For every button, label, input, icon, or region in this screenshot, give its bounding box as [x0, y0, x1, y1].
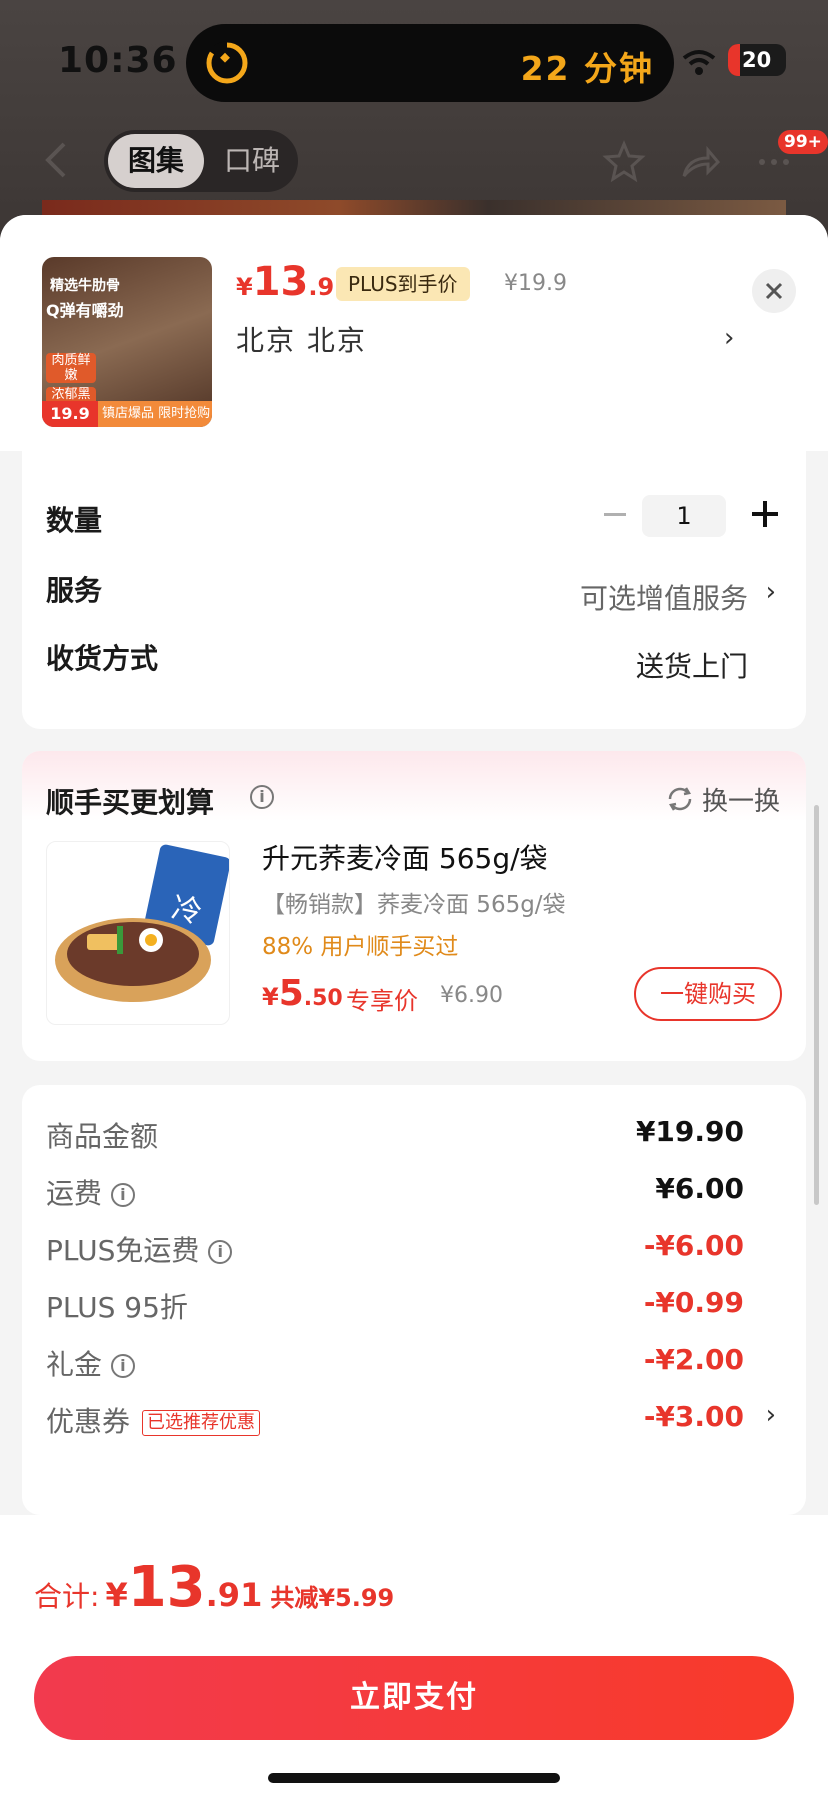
fee-label-with-info: PLUS免运费 i [46, 1229, 233, 1269]
one-click-buy-button[interactable]: 一键购买 [634, 967, 782, 1021]
image-tag: 肉质鲜嫩 [46, 353, 96, 383]
timer-icon [206, 41, 248, 84]
pay-now-button[interactable]: 立即支付 [34, 1656, 794, 1740]
fee-row: 运费 i ¥6.00 [46, 1172, 784, 1212]
status-time: 10:36 [58, 40, 178, 81]
fee-row: 礼金 i -¥2.00 [46, 1343, 784, 1383]
battery-level: 20 [742, 48, 772, 72]
coupon-applied-tag: 已选推荐优惠 [142, 1410, 261, 1436]
fee-label: 商品金额 [46, 1120, 159, 1153]
delivery-address[interactable]: 北京 北京 [236, 319, 367, 359]
chevron-right-icon[interactable]: › [724, 323, 734, 353]
service-label: 服务 [46, 574, 103, 607]
fee-label-with-info: 礼金 i [46, 1343, 135, 1383]
star-icon[interactable] [602, 140, 646, 184]
exclusive-price-label: 专享价 [346, 987, 418, 1015]
service-option[interactable]: 可选增值服务 [580, 577, 748, 617]
fee-label-with-info: 运费 i [46, 1172, 135, 1212]
dynamic-island[interactable]: 22 分钟 [186, 24, 674, 102]
currency-symbol: ¥ [105, 1576, 128, 1614]
battery-icon: 20 [728, 44, 786, 76]
info-icon[interactable]: i [208, 1240, 233, 1264]
fee-label: PLUS 95折 [46, 1291, 188, 1324]
increase-quantity-button[interactable] [752, 501, 778, 527]
product-image: 精选牛肋骨 Q弹有嚼劲 肉质鲜嫩 浓郁黑椒 19.9 镇店爆品 限时抢购 [42, 257, 212, 427]
info-icon[interactable]: i [110, 1183, 135, 1207]
order-total: 合计: ¥13.91 共减¥5.99 [34, 1555, 394, 1620]
fee-label: 礼金 [46, 1348, 103, 1381]
tab-reviews[interactable]: 口碑 [218, 134, 286, 188]
tab-gallery[interactable]: 图集 [108, 134, 204, 188]
fee-row: PLUS 95折 -¥0.99 [46, 1286, 784, 1326]
image-text: 精选牛肋骨 [50, 278, 120, 294]
message-badge: 99+ [778, 130, 828, 154]
addon-item-subtitle: 【畅销款】荞麦冷面 565g/袋 [262, 892, 566, 918]
total-savings: 共减¥5.99 [270, 1584, 395, 1612]
chevron-right-icon[interactable]: › [766, 1400, 776, 1430]
activity-timer-text: 22 分钟 [520, 49, 654, 88]
options-card: 数量 1 服务 可选增值服务 › 收货方式 送货上门 [22, 451, 806, 729]
product-header: 精选牛肋骨 Q弹有嚼劲 肉质鲜嫩 浓郁黑椒 19.9 镇店爆品 限时抢购 ¥13… [0, 215, 828, 451]
fee-label: 优惠券 [46, 1405, 131, 1438]
back-icon[interactable] [40, 138, 70, 182]
home-indicator [268, 1773, 560, 1783]
total-decimal: .91 [205, 1576, 263, 1614]
delivery-method-label: 收货方式 [46, 642, 159, 675]
info-icon[interactable]: i [110, 1354, 135, 1378]
refresh-icon[interactable] [666, 785, 694, 813]
price-integer: 5 [278, 973, 304, 1014]
quantity-label: 数量 [46, 504, 103, 537]
fee-value: -¥2.00 [643, 1343, 744, 1376]
chevron-right-icon[interactable]: › [766, 577, 776, 607]
share-icon[interactable] [678, 140, 722, 184]
addon-title: 顺手买更划算 [46, 786, 215, 819]
close-icon[interactable] [752, 269, 796, 313]
coupon-row[interactable]: 优惠券 已选推荐优惠 -¥3.00 › [46, 1400, 784, 1440]
addon-item-popularity: 88% 用户顺手买过 [262, 934, 459, 960]
gallery-review-switch: 图集 口碑 [104, 130, 298, 192]
price-integer: 13 [252, 259, 309, 305]
fee-label: 运费 [46, 1177, 103, 1210]
decrease-quantity-button[interactable] [604, 513, 626, 516]
currency-symbol: ¥ [236, 273, 253, 301]
image-price: 19.9 [42, 401, 98, 427]
info-icon[interactable]: i [250, 785, 274, 809]
fee-label: PLUS免运费 [46, 1234, 200, 1267]
addon-card: 顺手买更划算 i 换一换 冷 升元荞麦冷面 565g/袋 【畅销款】荞麦冷面 5… [22, 751, 806, 1061]
checkout-sheet: 精选牛肋骨 Q弹有嚼劲 肉质鲜嫩 浓郁黑椒 19.9 镇店爆品 限时抢购 ¥13… [0, 215, 828, 1796]
product-price: ¥13.91 [236, 259, 351, 305]
fee-value: ¥6.00 [655, 1172, 744, 1205]
image-text: Q弹有嚼劲 [46, 301, 124, 320]
addon-item-title[interactable]: 升元荞麦冷面 565g/袋 [262, 837, 548, 877]
noodle-bowl-illustration: 冷 [55, 844, 229, 1002]
total-label: 合计: [34, 1580, 100, 1613]
addon-item-price: ¥5.50 [262, 973, 343, 1014]
quantity-input[interactable]: 1 [642, 495, 726, 537]
total-integer: 13 [127, 1555, 206, 1620]
image-promo-strip: 镇店爆品 限时抢购 [98, 401, 212, 427]
fee-row: PLUS免运费 i -¥6.00 [46, 1229, 784, 1269]
delivery-method-value: 送货上门 [635, 650, 748, 683]
currency-symbol: ¥ [262, 983, 279, 1011]
checkout-footer: 合计: ¥13.91 共减¥5.99 立即支付 [0, 1515, 828, 1796]
scrollbar[interactable] [814, 805, 819, 1205]
fee-value: -¥3.00 [643, 1400, 744, 1433]
fee-label-with-tag: 优惠券 已选推荐优惠 [46, 1400, 261, 1440]
original-price: ¥19.9 [504, 271, 567, 296]
fee-row: 商品金额 ¥19.90 [46, 1115, 784, 1155]
plus-price-badge: PLUS到手价 [336, 267, 470, 301]
fee-value: -¥0.99 [643, 1286, 744, 1319]
price-decimal: .50 [303, 986, 343, 1011]
fee-value: ¥19.90 [635, 1115, 744, 1148]
swap-button[interactable]: 换一换 [702, 781, 780, 818]
addon-original-price: ¥6.90 [440, 983, 503, 1008]
fee-value: -¥6.00 [643, 1229, 744, 1262]
fee-breakdown-card: 商品金额 ¥19.90 运费 i ¥6.00 PLUS免运费 i -¥6.00 … [22, 1085, 806, 1515]
addon-item-image[interactable]: 冷 [46, 841, 230, 1025]
wifi-icon [682, 50, 716, 75]
